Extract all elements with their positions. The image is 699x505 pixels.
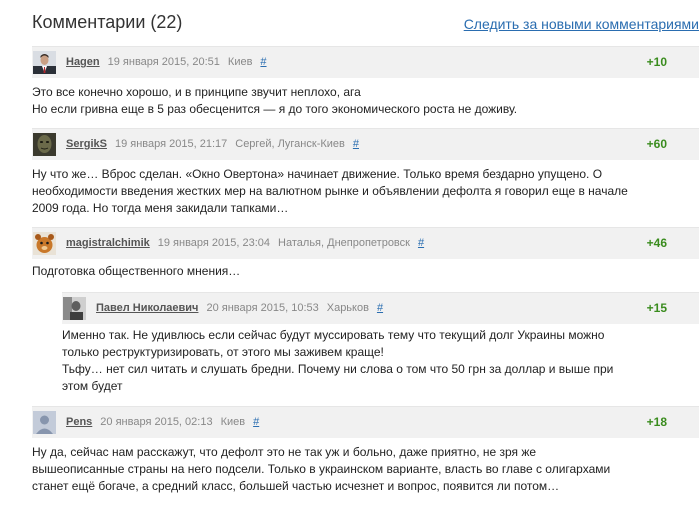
comment-meta-bar: Павел Николаевич 20 января 2015, 10:53 Хар… xyxy=(62,292,699,324)
comment-text: Это все конечно хорошо, и в принципе зву… xyxy=(32,84,652,118)
follow-comments-link[interactable]: Следить за новыми комментариями xyxy=(464,16,699,32)
comment-date: 19 января 2015, 23:04 xyxy=(157,237,271,249)
comment-meta: Pens 20 января 2015, 02:13 Киев # xyxy=(66,416,259,428)
comment-date: 20 января 2015, 10:53 xyxy=(206,302,319,314)
comment-date: 19 января 2015, 21:17 xyxy=(114,138,228,150)
comment-meta-bar: magistralchimik 19 января 2015, 23:04 Ната… xyxy=(32,227,699,259)
comment-score: +10 xyxy=(646,55,667,69)
comment-meta: Павел Николаевич 20 января 2015, 10:53 Хар… xyxy=(96,302,383,314)
comment-text-line: 2009 года. Но тогда меня закидали тапкам… xyxy=(32,201,289,215)
comment-username[interactable]: magistralchimik xyxy=(66,237,150,249)
comment-username[interactable]: Павел Николаевич xyxy=(96,302,198,314)
avatar[interactable] xyxy=(63,297,86,320)
comment-text-line: Ну что же… Вброс сделан. «Окно Овертона»… xyxy=(32,167,603,181)
default-avatar-icon[interactable] xyxy=(33,411,56,434)
comments-title: Комментарии (22) xyxy=(32,12,183,32)
comment-text-line: Но если гривна еще в 5 раз обесценится —… xyxy=(32,102,518,116)
comment-permalink[interactable]: # xyxy=(260,56,266,68)
comment-permalink[interactable]: # xyxy=(253,416,259,428)
comment-text: Ну что же… Вброс сделан. «Окно Овертона»… xyxy=(32,166,662,217)
comment-location: Киев xyxy=(227,56,253,68)
comment-score: +46 xyxy=(646,236,667,250)
comment-username[interactable]: Pens xyxy=(66,416,92,428)
comment-text-line: Тьфу… нет сил читать и слушать бредни. П… xyxy=(62,362,614,376)
comment-meta: SergikS 19 января 2015, 21:17 Сергей, Луга… xyxy=(66,138,359,150)
avatar[interactable] xyxy=(33,51,56,74)
comment-meta: Hagen 19 января 2015, 20:51 Киев # xyxy=(66,56,267,68)
comment-text-line: станет ещё богаче, а средний класс, боль… xyxy=(32,479,560,493)
comment-text-line: необходимости введения жестких мер на ва… xyxy=(32,184,628,198)
comment-permalink[interactable]: # xyxy=(353,138,359,150)
comment-score: +60 xyxy=(646,137,667,151)
comment-meta-bar: Hagen 19 января 2015, 20:51 Киев # +10 xyxy=(32,46,699,78)
comment-score: +18 xyxy=(646,415,667,429)
comment-text: Подготовка общественного мнения… xyxy=(32,263,652,280)
comment-meta: magistralchimik 19 января 2015, 23:04 Ната… xyxy=(66,237,424,249)
comment-username[interactable]: SergikS xyxy=(66,138,107,150)
avatar[interactable] xyxy=(33,232,56,255)
comment-meta-bar: Pens 20 января 2015, 02:13 Киев # +18 xyxy=(32,406,699,438)
comment-username[interactable]: Hagen xyxy=(66,56,100,68)
comment-text-line: только реструктуризировать, от этого мы … xyxy=(62,345,384,359)
comment-location: Наталья, Днепропетровск xyxy=(278,237,410,249)
comment-text: Именно так. Не удивлюсь если сейчас буду… xyxy=(62,327,662,395)
comment-text: Ну да, сейчас нам расскажут, что дефолт … xyxy=(32,444,642,495)
comment-date: 20 января 2015, 02:13 xyxy=(100,416,213,428)
comment-text-line: Подготовка общественного мнения… xyxy=(32,264,241,278)
comment-location: Харьков xyxy=(326,302,369,314)
comment-text-line: этом будет xyxy=(62,379,123,393)
comment-permalink[interactable]: # xyxy=(377,302,383,314)
comment-meta-bar: SergikS 19 января 2015, 21:17 Сергей, Луга… xyxy=(32,128,699,160)
avatar[interactable] xyxy=(33,133,56,156)
comment-location: Киев xyxy=(220,416,246,428)
comment-text-line: Ну да, сейчас нам расскажут, что дефолт … xyxy=(32,445,537,459)
comment-permalink[interactable]: # xyxy=(418,237,424,249)
comments-header: Комментарии (22) Следить за новыми комме… xyxy=(32,10,699,38)
comment-score: +15 xyxy=(646,301,667,315)
comment-date: 19 января 2015, 20:51 xyxy=(107,56,220,68)
comment-location: Сергей, Луганск-Киев xyxy=(235,138,345,150)
comment-text-line: Именно так. Не удивлюсь если сейчас буду… xyxy=(62,328,605,342)
comment-text-line: вышеописанные страны на него подсели. То… xyxy=(32,462,611,476)
comment-text-line: Это все конечно хорошо, и в принципе зву… xyxy=(32,85,361,99)
